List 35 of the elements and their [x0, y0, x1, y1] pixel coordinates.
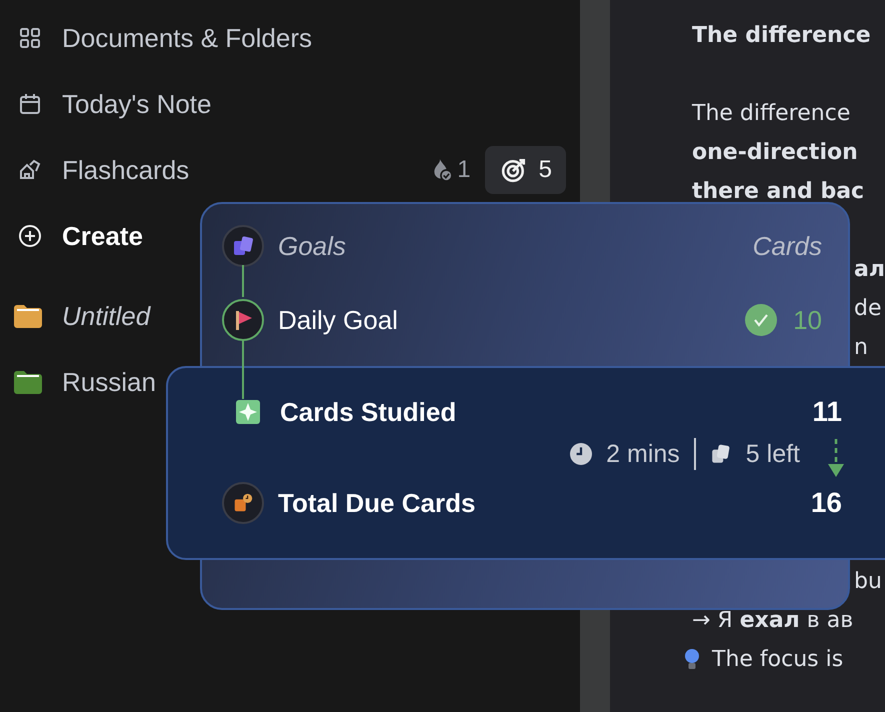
goals-title: Goals	[278, 230, 346, 262]
streak-count: 1	[457, 156, 471, 184]
time-spent: 2 mins	[606, 440, 680, 468]
plus-icon	[18, 224, 42, 248]
cards-left: 5 left	[746, 440, 800, 468]
studied-label: Cards Studied	[280, 396, 456, 428]
sparkle-icon	[236, 400, 260, 424]
text-line: de	[854, 295, 882, 323]
text-line: ал	[854, 256, 885, 284]
folder-item[interactable]: Untitled	[62, 300, 150, 332]
target-icon	[500, 157, 527, 183]
lightbulb-icon	[684, 648, 700, 672]
text-line: there and bac	[692, 178, 864, 206]
clock-icon	[570, 443, 592, 465]
text-line: one-direction	[692, 139, 858, 167]
text-line: bu	[854, 568, 882, 596]
text-line: → Я ехал в ав	[692, 607, 854, 635]
text-line: The difference	[692, 22, 871, 50]
goal-badge[interactable]: 5	[484, 146, 566, 194]
text-line: The difference	[692, 100, 850, 128]
studied-value: 11	[812, 396, 842, 428]
grid-icon	[18, 26, 42, 50]
text-line: n	[854, 334, 868, 362]
sidebar-item[interactable]: Today's Note	[62, 88, 212, 120]
sidebar-item[interactable]: Documents & Folders	[62, 22, 312, 54]
total-value: 16	[810, 487, 842, 519]
total-label: Total Due Cards	[278, 488, 476, 518]
calendar-icon	[18, 92, 42, 116]
column-header: Cards	[752, 230, 822, 262]
goal-label: Daily Goal	[278, 304, 398, 336]
text-line: The focus is	[712, 646, 844, 674]
folder-item[interactable]: Russian	[62, 366, 156, 398]
sidebar-item[interactable]: Create	[62, 220, 143, 252]
sidebar-item[interactable]: Flashcards	[62, 154, 190, 186]
goal-value: 10	[793, 304, 822, 336]
